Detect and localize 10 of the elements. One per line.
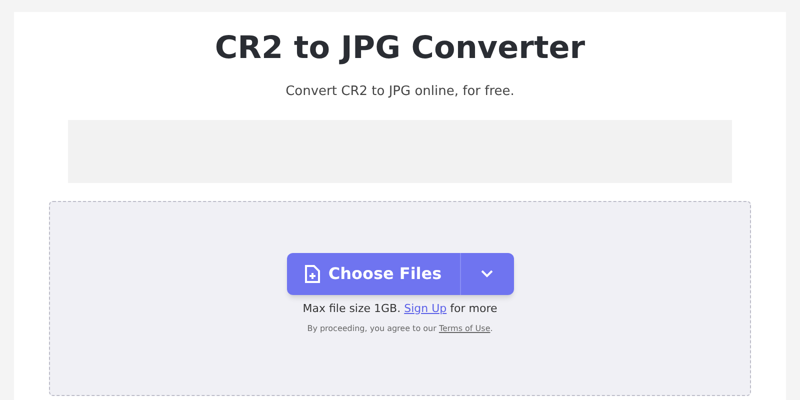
terms-note: By proceeding, you agree to our Terms of Use. [307,323,493,335]
file-size-note: Max file size 1GB. Sign Up for more [302,300,498,316]
add-file-icon [304,264,320,282]
chevron-down-icon [481,270,493,278]
page-title: CR2 to JPG Converter [214,29,586,68]
sign-up-link[interactable]: Sign Up [404,302,447,314]
page-subtitle: Convert CR2 to JPG online, for free. [286,83,514,101]
terms-link[interactable]: Terms of Use [438,324,490,333]
choose-files-button[interactable]: Choose Files [286,252,460,294]
dropdown-button[interactable] [460,252,514,294]
